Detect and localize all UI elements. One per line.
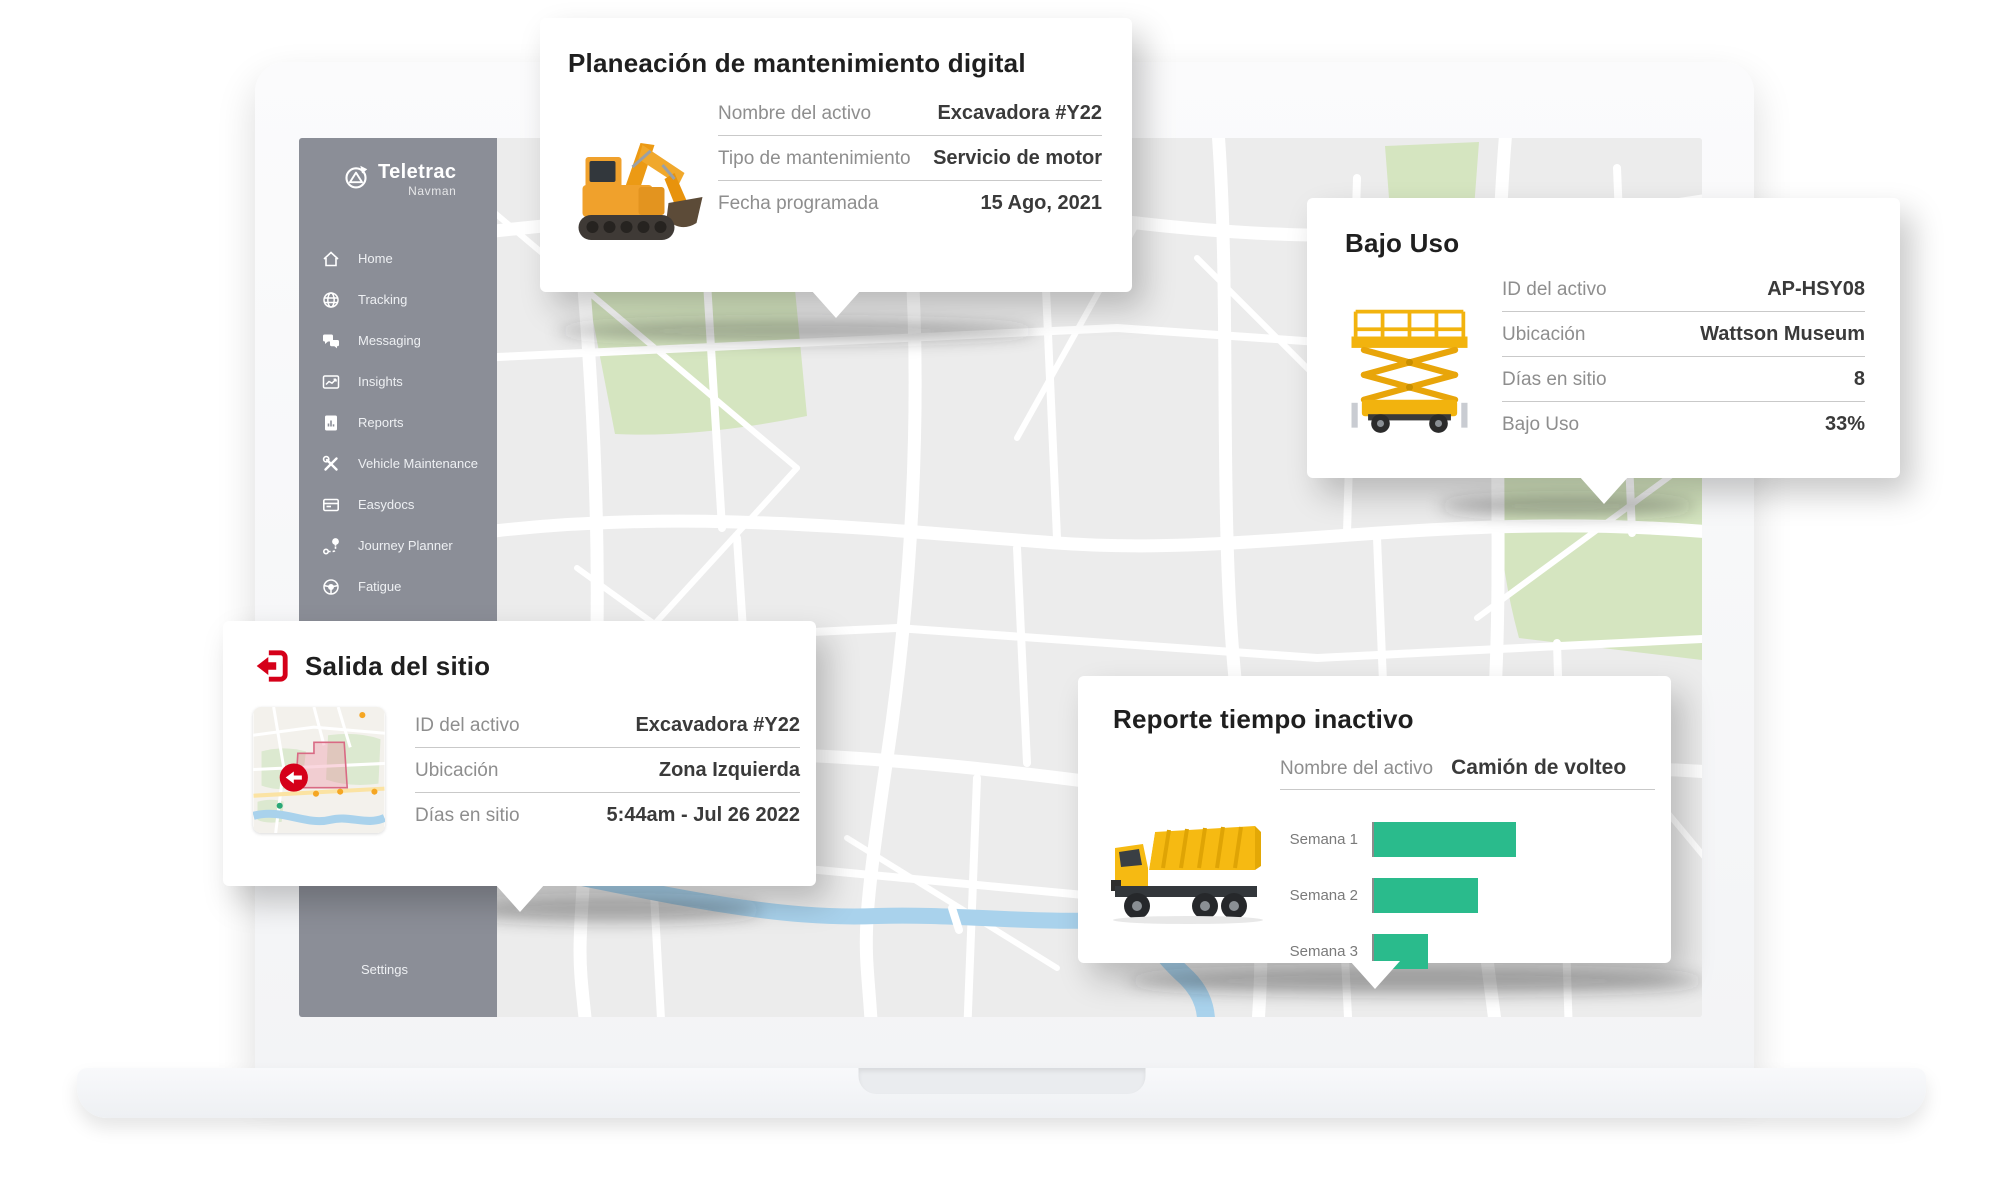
bar-row: Semana 2 (1208, 878, 1648, 913)
sidebar-nav: Home Tracking Messaging Insights Reports… (299, 238, 497, 607)
sidebar-item-home[interactable]: Home (299, 238, 497, 279)
laptop-base (77, 1068, 1926, 1118)
card-title: Planeación de mantenimiento digital (568, 48, 1026, 78)
bar-row: Semana 1 (1208, 822, 1648, 857)
route-pin-icon (322, 537, 339, 555)
document-card-icon (322, 498, 339, 511)
scissor-lift (1351, 309, 1468, 433)
site-exit-fields: ID del activo Excavadora #Y22 Ubicación … (415, 703, 800, 838)
field-row: ID del activo Excavadora #Y22 (415, 703, 800, 748)
sidebar-item-vehicle-maintenance[interactable]: Vehicle Maintenance (299, 443, 497, 484)
chat-bubbles-icon (323, 334, 339, 348)
card-title: Reporte tiempo inactivo (1113, 704, 1414, 734)
teletrac-logo-icon (345, 165, 368, 189)
card-title: Bajo Uso (1345, 228, 1460, 258)
globe-icon (323, 291, 339, 308)
low-use-callout-card: Bajo Uso ID del activo AP-HSY08 Ubicació… (1307, 198, 1900, 504)
field-row: Días en sitio 5:44am - Jul 26 2022 (415, 804, 800, 826)
excavator (578, 143, 703, 240)
home-icon (323, 250, 339, 266)
sidebar-item-journey-planner[interactable]: Journey Planner (299, 525, 497, 566)
asset-line: Nombre del activo Camión de volteo (1280, 756, 1655, 790)
callout-pointer (1349, 961, 1400, 989)
exit-arrow-icon (256, 650, 288, 682)
report-doc-icon (325, 415, 337, 430)
marketing-hero: Teletrac Navman Home Tracking Messaging … (0, 0, 2000, 1200)
field-row: Fecha programada 15 Ago, 2021 (718, 192, 1102, 214)
idle-bar-chart: Semana 1 Semana 2 Semana 3 (1208, 822, 1648, 990)
laptop-base-notch (858, 1068, 1145, 1094)
excavator-illustration (560, 91, 718, 252)
sidebar-item-settings[interactable]: Settings (361, 962, 408, 977)
field-row: Bajo Uso 33% (1502, 413, 1865, 435)
bar-row: Semana 3 (1208, 934, 1648, 969)
sidebar-item-insights[interactable]: Insights (299, 361, 497, 402)
card-title: Salida del sitio (305, 650, 491, 681)
sidebar-item-messaging[interactable]: Messaging (299, 320, 497, 361)
maintenance-callout-card: Planeación de mantenimiento digital Nomb… (540, 18, 1132, 318)
low-use-fields: ID del activo AP-HSY08 Ubicación Wattson… (1502, 267, 1865, 446)
geofence-minimap (252, 703, 415, 838)
bar-semana-1 (1374, 822, 1517, 857)
brand-name: Teletrac (378, 161, 457, 183)
line-chart-icon (322, 374, 340, 389)
crossed-tools-icon (322, 455, 338, 471)
callout-pointer (1578, 476, 1629, 504)
field-row: Días en sitio 8 (1502, 357, 1865, 402)
bar-semana-2 (1374, 878, 1478, 913)
field-row: Nombre del activo Excavadora #Y22 (718, 91, 1102, 136)
field-row: Ubicación Wattson Museum (1502, 312, 1865, 357)
steering-wheel-icon (323, 578, 339, 595)
sidebar-item-tracking[interactable]: Tracking (299, 279, 497, 320)
brand-subname: Navman (408, 184, 457, 198)
sidebar-item-reports[interactable]: Reports (299, 402, 497, 443)
callout-pointer (811, 290, 861, 318)
sidebar-item-easydocs[interactable]: Easydocs (299, 484, 497, 525)
scissor-lift-illustration (1337, 267, 1502, 446)
callout-pointer (494, 884, 545, 912)
maintenance-fields: Nombre del activo Excavadora #Y22 Tipo d… (718, 91, 1102, 252)
field-row: Ubicación Zona Izquierda (415, 748, 800, 793)
field-row: Tipo de mantenimiento Servicio de motor (718, 136, 1102, 181)
brand-logo: Teletrac Navman (299, 138, 497, 197)
field-row: ID del activo AP-HSY08 (1502, 267, 1865, 312)
sidebar-item-fatigue[interactable]: Fatigue (299, 566, 497, 607)
idle-report-callout-card: Reporte tiempo inactivo Nombre del activ… (1078, 676, 1671, 989)
site-exit-callout-card: Salida del sitio ID del activo Excavador… (223, 621, 816, 912)
